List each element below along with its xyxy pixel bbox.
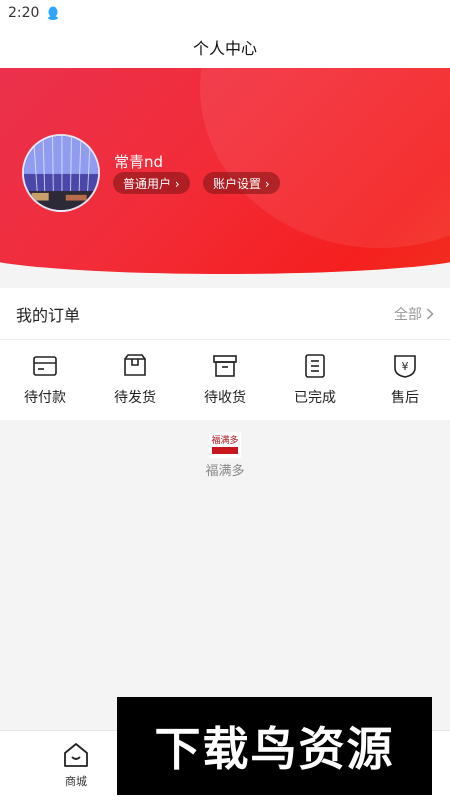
account-settings-button[interactable]: 账户设置 › [203,172,280,194]
order-after-sales[interactable]: ¥ 售后 [360,340,450,420]
fumanduo-logo-icon: 福满多 [209,432,241,458]
order-pending-shipment[interactable]: 待发货 [90,340,180,420]
order-label: 待收货 [204,390,246,406]
box-icon [213,355,237,377]
package-icon [124,354,146,376]
page-title-bar: 个人中心 [0,26,450,68]
home-icon [64,743,88,767]
user-type-button[interactable]: 普通用户 › [113,172,190,194]
watermark-overlay: 下载鸟资源 [117,697,432,795]
tab-mall-label: 商城 [65,775,87,788]
tab-mall[interactable]: 商城 [52,741,100,789]
wallet-icon [33,356,57,376]
svg-text:¥: ¥ [402,360,409,373]
brand-name: 福满多 [205,464,245,479]
order-label: 待付款 [24,390,66,406]
status-time: 2:20 [8,5,40,21]
order-pending-receipt[interactable]: 待收货 [180,340,270,420]
my-orders-title: 我的订单 [16,305,81,325]
order-label: 售后 [391,390,419,406]
yuan-shield-icon: ¥ [394,355,416,378]
status-bar: 2:20 [0,0,450,26]
svg-text:福满多: 福满多 [211,434,238,446]
order-status-row: 待付款 待发货 待收货 已完成 ¥ 售后 [0,340,450,420]
order-label: 已完成 [294,390,336,406]
list-icon [305,354,325,378]
order-completed[interactable]: 已完成 [270,340,360,420]
avatar[interactable] [22,134,100,212]
avatar-image [24,136,98,210]
brand-footer: 福满多 福满多 [0,432,450,479]
username: 常青nd [114,153,164,171]
all-orders-link[interactable]: 全部 [394,304,434,324]
all-orders-label: 全部 [394,306,422,323]
qq-penguin-icon [48,6,59,20]
order-label: 待发货 [114,390,156,406]
my-orders-header: 我的订单 全部 [0,288,450,340]
page-title: 个人中心 [192,39,257,58]
chevron-right-icon [426,307,434,320]
profile-header: 常青nd 普通用户 › 账户设置 › [0,68,450,288]
watermark-text: 下载鸟资源 [154,722,395,776]
order-pending-payment[interactable]: 待付款 [0,340,90,420]
